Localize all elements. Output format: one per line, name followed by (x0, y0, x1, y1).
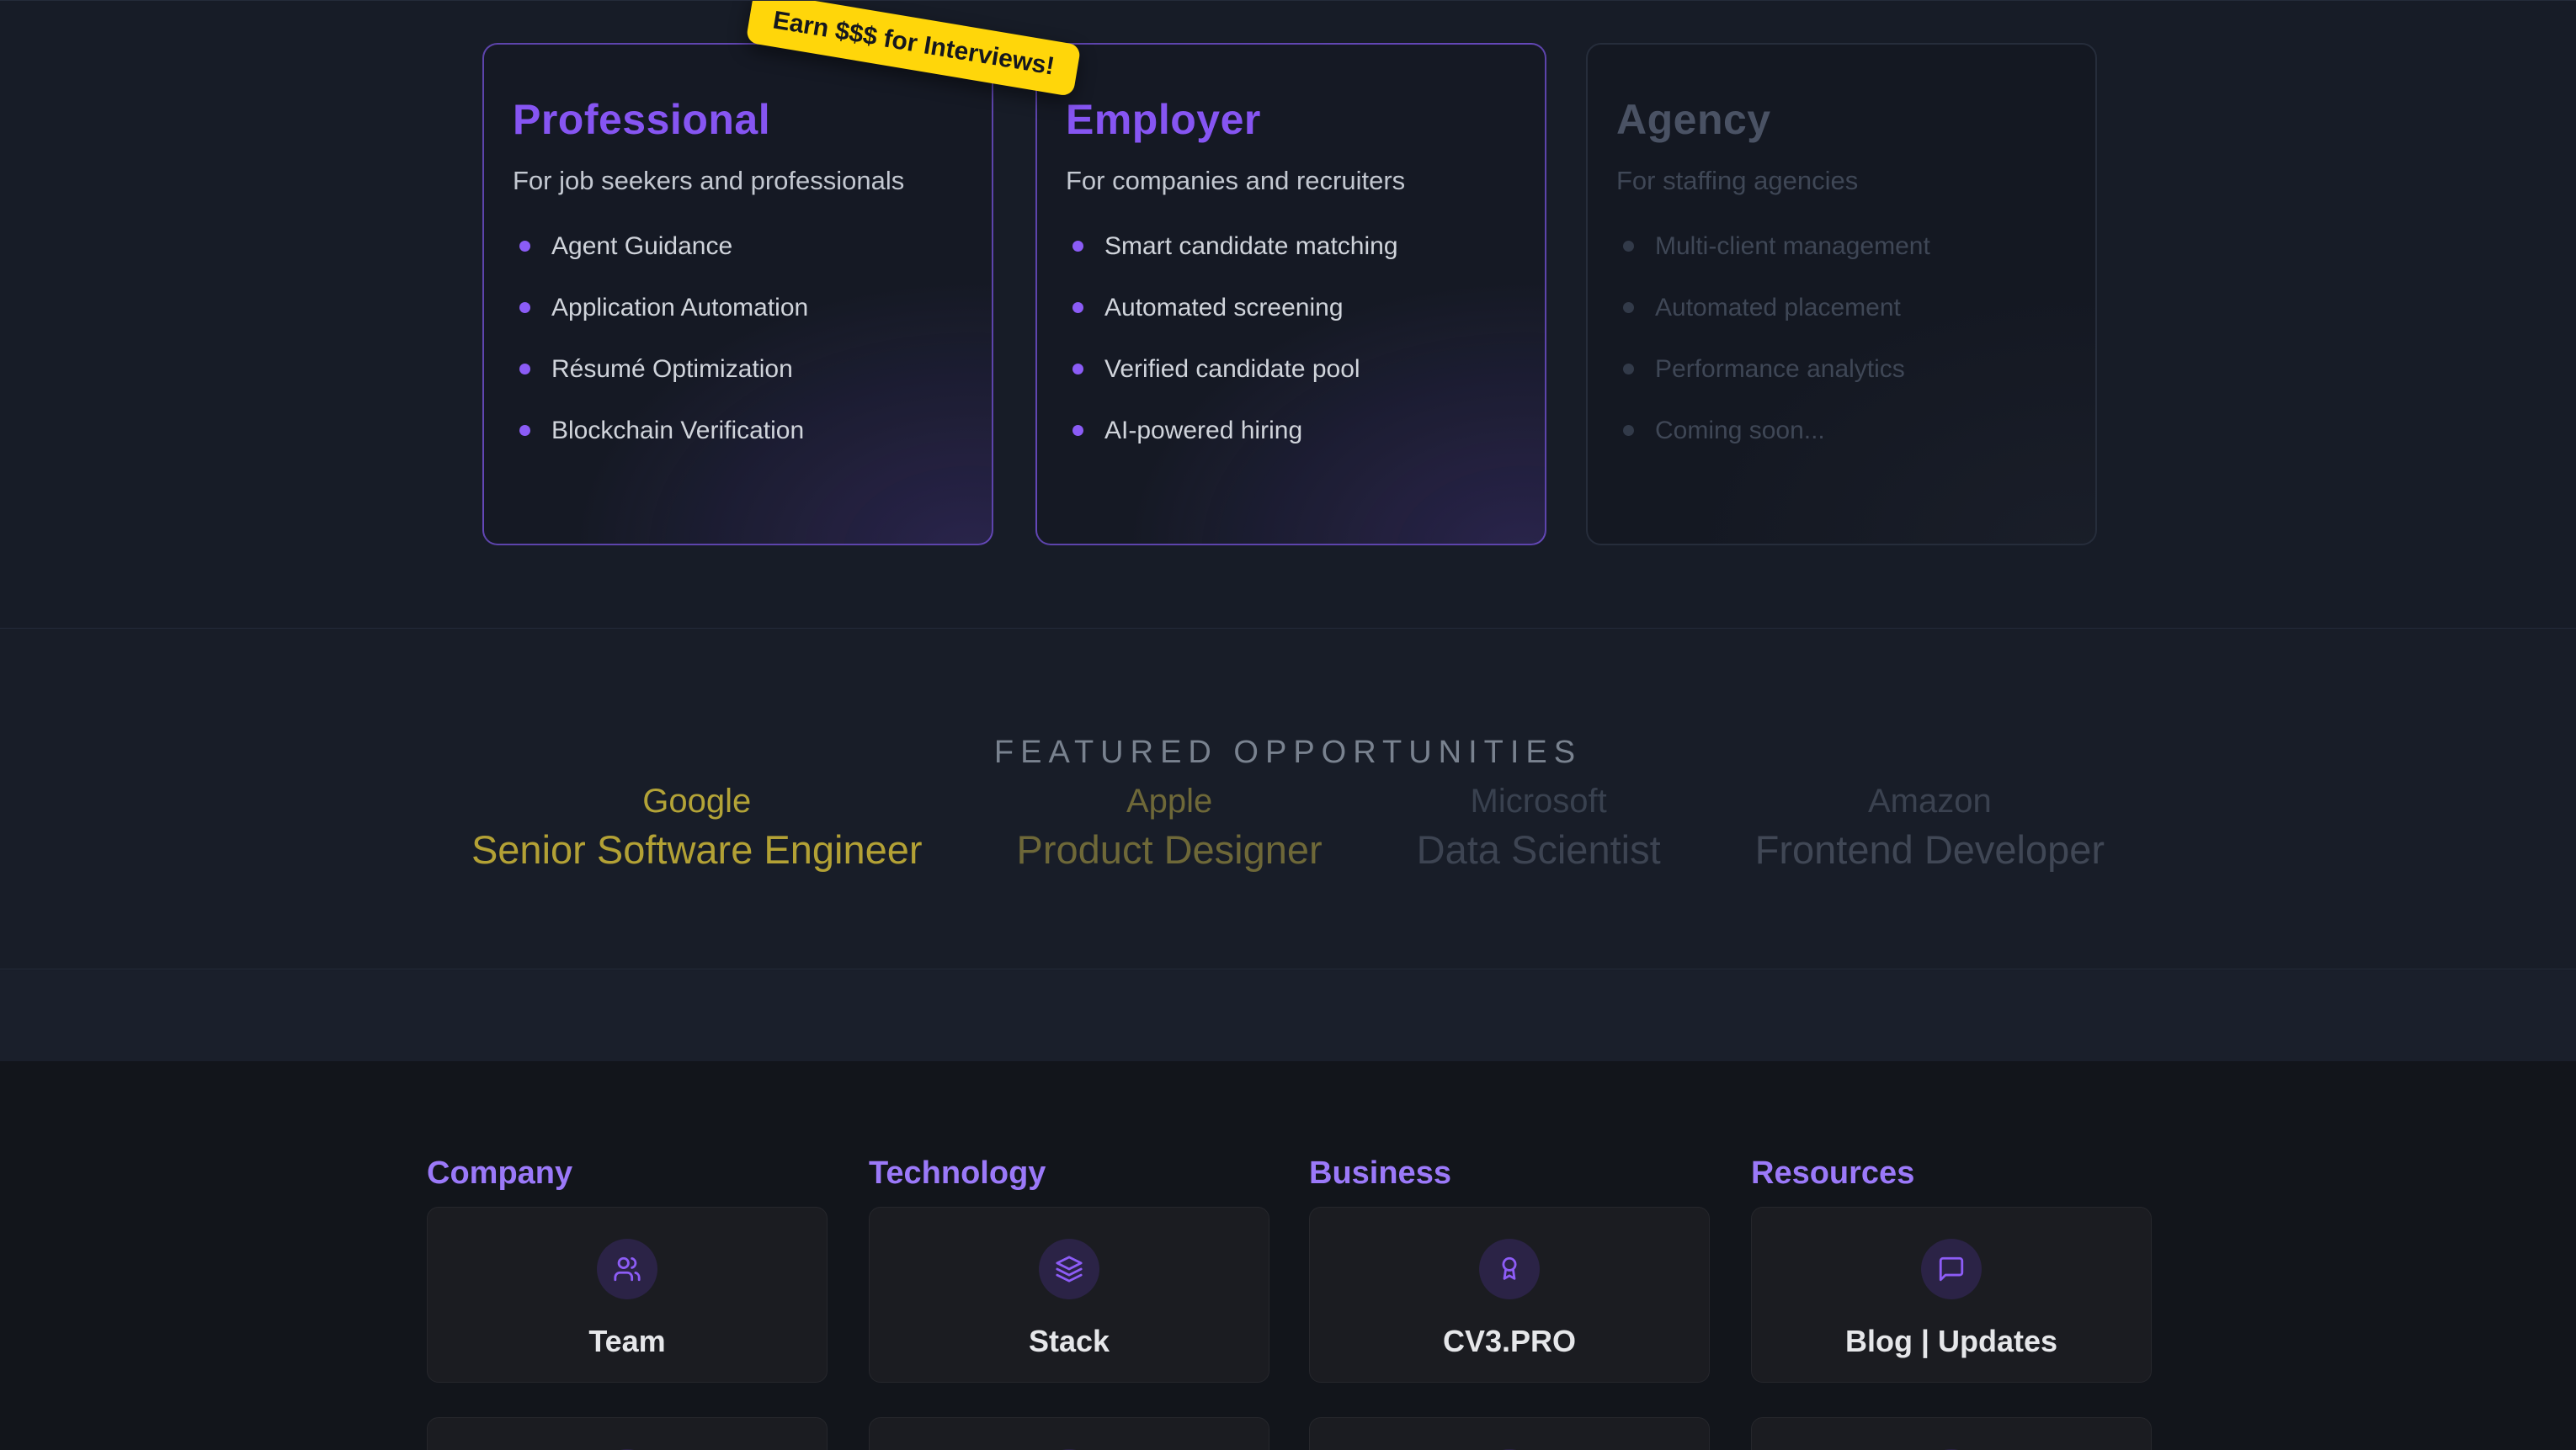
plan-title: Professional (513, 95, 963, 144)
landing-page: Professional For job seekers and profess… (0, 0, 2576, 1450)
job-item-amazon[interactable]: Amazon Frontend Developer (1755, 782, 2105, 873)
plan-feature-list: Smart candidate matching Automated scree… (1066, 233, 1516, 443)
job-company: Apple (1017, 782, 1323, 821)
footer-card-label: Stack (870, 1324, 1269, 1359)
footer-heading-technology: Technology (869, 1155, 1046, 1192)
footer-card-partial[interactable] (1309, 1417, 1710, 1450)
plan-feature: Performance analytics (1616, 356, 2067, 382)
job-company: Amazon (1755, 782, 2105, 821)
plan-feature: Smart candidate matching (1066, 233, 1516, 259)
plan-description: For job seekers and professionals (513, 166, 963, 196)
footer-section (0, 1061, 2576, 1450)
plan-description: For companies and recruiters (1066, 166, 1516, 196)
job-role: Data Scientist (1417, 827, 1661, 873)
featured-opportunities-heading: FEATURED OPPORTUNITIES (0, 735, 2576, 771)
plan-card-professional[interactable]: Professional For job seekers and profess… (482, 43, 993, 545)
footer-card-blog[interactable]: Blog | Updates (1751, 1207, 2152, 1383)
plan-feature: Verified candidate pool (1066, 356, 1516, 382)
job-role: Frontend Developer (1755, 827, 2105, 873)
footer-card-label: CV3.PRO (1310, 1324, 1709, 1359)
plan-feature: Blockchain Verification (513, 417, 963, 443)
job-item-microsoft[interactable]: Microsoft Data Scientist (1417, 782, 1661, 873)
spacer-strip (0, 970, 2576, 1061)
footer-card-partial[interactable] (1751, 1417, 2152, 1450)
plan-card-agency: Agency For staffing agencies Multi-clien… (1586, 43, 2097, 545)
plan-feature: Automated screening (1066, 295, 1516, 321)
footer-heading-company: Company (427, 1155, 572, 1192)
footer-card-label: Team (428, 1324, 827, 1359)
plan-feature: Application Automation (513, 295, 963, 321)
job-role: Senior Software Engineer (471, 827, 923, 873)
plan-card-employer[interactable]: Employer For companies and recruiters Sm… (1035, 43, 1546, 545)
footer-heading-business: Business (1309, 1155, 1451, 1192)
featured-jobs-carousel: Google Senior Software Engineer Apple Pr… (0, 782, 2576, 873)
plan-feature-list: Multi-client management Automated placem… (1616, 233, 2067, 443)
plan-feature: Agent Guidance (513, 233, 963, 259)
award-icon (1479, 1239, 1540, 1299)
plan-title: Agency (1616, 95, 2067, 144)
plan-title: Employer (1066, 95, 1516, 144)
plan-feature: Résumé Optimization (513, 356, 963, 382)
plan-description: For staffing agencies (1616, 166, 2067, 196)
footer-card-team[interactable]: Team (427, 1207, 828, 1383)
job-item-apple[interactable]: Apple Product Designer (1017, 782, 1323, 873)
footer-card-cv3pro[interactable]: CV3.PRO (1309, 1207, 1710, 1383)
footer-card-stack[interactable]: Stack (869, 1207, 1269, 1383)
footer-card-partial[interactable] (427, 1417, 828, 1450)
plan-feature: Automated placement (1616, 295, 2067, 321)
layers-icon (1039, 1239, 1099, 1299)
footer-card-label: Blog | Updates (1752, 1324, 2151, 1359)
plan-feature: Multi-client management (1616, 233, 2067, 259)
footer-card-partial[interactable] (869, 1417, 1269, 1450)
plan-feature: Coming soon... (1616, 417, 2067, 443)
footer-heading-resources: Resources (1751, 1155, 1914, 1192)
users-icon (597, 1239, 657, 1299)
job-company: Google (471, 782, 923, 821)
plan-feature: AI-powered hiring (1066, 417, 1516, 443)
plan-feature-list: Agent Guidance Application Automation Ré… (513, 233, 963, 443)
job-role: Product Designer (1017, 827, 1323, 873)
job-item-google[interactable]: Google Senior Software Engineer (471, 782, 923, 873)
message-icon (1921, 1239, 1982, 1299)
job-company: Microsoft (1417, 782, 1661, 821)
